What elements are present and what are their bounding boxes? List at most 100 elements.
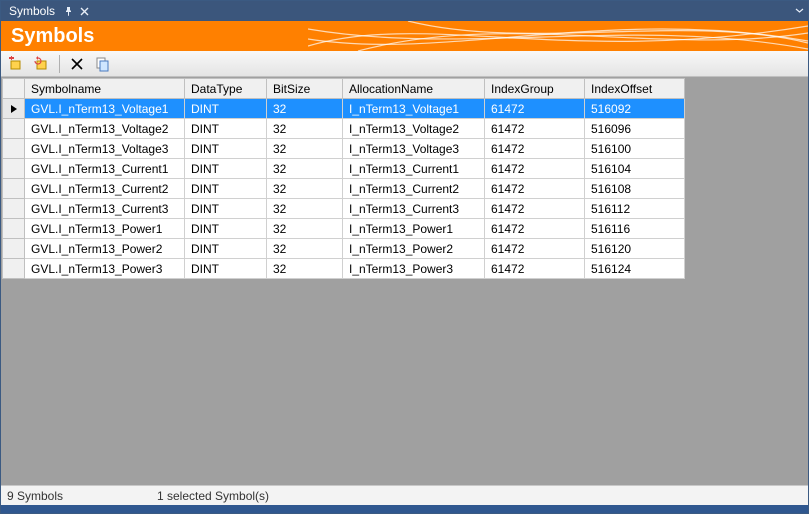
- status-bar: 9 Symbols 1 selected Symbol(s): [1, 485, 808, 505]
- cell-allocationname[interactable]: I_nTerm13_Current2: [343, 179, 485, 199]
- copy-button[interactable]: [92, 53, 114, 75]
- col-indexoffset[interactable]: IndexOffset: [585, 79, 685, 99]
- table-row[interactable]: GVL.I_nTerm13_Current3DINT32I_nTerm13_Cu…: [3, 199, 685, 219]
- header-row: Symbolname DataType BitSize AllocationNa…: [3, 79, 685, 99]
- banner: Symbols: [1, 21, 808, 51]
- cell-indexgroup[interactable]: 61472: [485, 179, 585, 199]
- cell-allocationname[interactable]: I_nTerm13_Current3: [343, 199, 485, 219]
- status-selection: 1 selected Symbol(s): [151, 489, 275, 503]
- cell-indexgroup[interactable]: 61472: [485, 159, 585, 179]
- cell-datatype[interactable]: DINT: [185, 259, 267, 279]
- grid-area[interactable]: Symbolname DataType BitSize AllocationNa…: [1, 77, 808, 485]
- table-row[interactable]: GVL.I_nTerm13_Power1DINT32I_nTerm13_Powe…: [3, 219, 685, 239]
- table-row[interactable]: GVL.I_nTerm13_Voltage1DINT32I_nTerm13_Vo…: [3, 99, 685, 119]
- table-row[interactable]: GVL.I_nTerm13_Current1DINT32I_nTerm13_Cu…: [3, 159, 685, 179]
- panel-title: Symbols: [5, 4, 59, 18]
- cell-allocationname[interactable]: I_nTerm13_Voltage3: [343, 139, 485, 159]
- panel-menu-icon[interactable]: [795, 4, 804, 18]
- cell-datatype[interactable]: DINT: [185, 199, 267, 219]
- col-allocationname[interactable]: AllocationName: [343, 79, 485, 99]
- cell-indexgroup[interactable]: 61472: [485, 259, 585, 279]
- table-row[interactable]: GVL.I_nTerm13_Power3DINT32I_nTerm13_Powe…: [3, 259, 685, 279]
- row-header-corner[interactable]: [3, 79, 25, 99]
- table-row[interactable]: GVL.I_nTerm13_Current2DINT32I_nTerm13_Cu…: [3, 179, 685, 199]
- cell-symbolname[interactable]: GVL.I_nTerm13_Voltage1: [25, 99, 185, 119]
- status-count: 9 Symbols: [1, 489, 151, 503]
- row-header[interactable]: [3, 119, 25, 139]
- cell-symbolname[interactable]: GVL.I_nTerm13_Current2: [25, 179, 185, 199]
- cell-indexgroup[interactable]: 61472: [485, 99, 585, 119]
- cell-indexgroup[interactable]: 61472: [485, 119, 585, 139]
- cell-symbolname[interactable]: GVL.I_nTerm13_Current1: [25, 159, 185, 179]
- row-header[interactable]: [3, 99, 25, 119]
- current-row-indicator-icon: [11, 105, 17, 113]
- add-symbol-button[interactable]: [5, 53, 27, 75]
- toolbar: [1, 51, 808, 77]
- cell-symbolname[interactable]: GVL.I_nTerm13_Voltage2: [25, 119, 185, 139]
- cell-datatype[interactable]: DINT: [185, 119, 267, 139]
- table-row[interactable]: GVL.I_nTerm13_Power2DINT32I_nTerm13_Powe…: [3, 239, 685, 259]
- row-header[interactable]: [3, 219, 25, 239]
- cell-bitsize[interactable]: 32: [267, 99, 343, 119]
- cell-indexoffset[interactable]: 516100: [585, 139, 685, 159]
- cell-symbolname[interactable]: GVL.I_nTerm13_Power3: [25, 259, 185, 279]
- cell-indexoffset[interactable]: 516108: [585, 179, 685, 199]
- cell-indexgroup[interactable]: 61472: [485, 219, 585, 239]
- col-symbolname[interactable]: Symbolname: [25, 79, 185, 99]
- cell-indexgroup[interactable]: 61472: [485, 239, 585, 259]
- bottom-accent-strip: [1, 505, 808, 513]
- cell-bitsize[interactable]: 32: [267, 159, 343, 179]
- row-header[interactable]: [3, 139, 25, 159]
- panel-titlebar[interactable]: Symbols: [1, 1, 808, 21]
- row-header[interactable]: [3, 259, 25, 279]
- cell-datatype[interactable]: DINT: [185, 139, 267, 159]
- cell-indexoffset[interactable]: 516104: [585, 159, 685, 179]
- cell-bitsize[interactable]: 32: [267, 219, 343, 239]
- cell-indexoffset[interactable]: 516120: [585, 239, 685, 259]
- cell-bitsize[interactable]: 32: [267, 179, 343, 199]
- table-row[interactable]: GVL.I_nTerm13_Voltage2DINT32I_nTerm13_Vo…: [3, 119, 685, 139]
- cell-allocationname[interactable]: I_nTerm13_Power1: [343, 219, 485, 239]
- row-header[interactable]: [3, 199, 25, 219]
- refresh-button[interactable]: [31, 53, 53, 75]
- row-header[interactable]: [3, 159, 25, 179]
- cell-indexgroup[interactable]: 61472: [485, 139, 585, 159]
- table-row[interactable]: GVL.I_nTerm13_Voltage3DINT32I_nTerm13_Vo…: [3, 139, 685, 159]
- cell-datatype[interactable]: DINT: [185, 99, 267, 119]
- cell-symbolname[interactable]: GVL.I_nTerm13_Power2: [25, 239, 185, 259]
- cell-allocationname[interactable]: I_nTerm13_Power3: [343, 259, 485, 279]
- col-indexgroup[interactable]: IndexGroup: [485, 79, 585, 99]
- cell-datatype[interactable]: DINT: [185, 219, 267, 239]
- cell-datatype[interactable]: DINT: [185, 159, 267, 179]
- cell-bitsize[interactable]: 32: [267, 259, 343, 279]
- cell-datatype[interactable]: DINT: [185, 239, 267, 259]
- cell-allocationname[interactable]: I_nTerm13_Voltage1: [343, 99, 485, 119]
- cell-indexoffset[interactable]: 516096: [585, 119, 685, 139]
- col-bitsize[interactable]: BitSize: [267, 79, 343, 99]
- cell-bitsize[interactable]: 32: [267, 119, 343, 139]
- close-icon[interactable]: [79, 6, 89, 16]
- cell-symbolname[interactable]: GVL.I_nTerm13_Voltage3: [25, 139, 185, 159]
- cell-allocationname[interactable]: I_nTerm13_Power2: [343, 239, 485, 259]
- toolbar-separator: [59, 55, 60, 73]
- row-header[interactable]: [3, 239, 25, 259]
- pin-icon[interactable]: [63, 6, 73, 16]
- cell-bitsize[interactable]: 32: [267, 199, 343, 219]
- cell-bitsize[interactable]: 32: [267, 239, 343, 259]
- cell-indexoffset[interactable]: 516092: [585, 99, 685, 119]
- symbols-table[interactable]: Symbolname DataType BitSize AllocationNa…: [2, 78, 685, 279]
- cell-indexoffset[interactable]: 516112: [585, 199, 685, 219]
- delete-button[interactable]: [66, 53, 88, 75]
- cell-indexoffset[interactable]: 516116: [585, 219, 685, 239]
- cell-allocationname[interactable]: I_nTerm13_Current1: [343, 159, 485, 179]
- row-header[interactable]: [3, 179, 25, 199]
- cell-symbolname[interactable]: GVL.I_nTerm13_Power1: [25, 219, 185, 239]
- banner-decoration: [308, 21, 808, 51]
- cell-allocationname[interactable]: I_nTerm13_Voltage2: [343, 119, 485, 139]
- cell-indexoffset[interactable]: 516124: [585, 259, 685, 279]
- cell-symbolname[interactable]: GVL.I_nTerm13_Current3: [25, 199, 185, 219]
- cell-datatype[interactable]: DINT: [185, 179, 267, 199]
- cell-indexgroup[interactable]: 61472: [485, 199, 585, 219]
- cell-bitsize[interactable]: 32: [267, 139, 343, 159]
- col-datatype[interactable]: DataType: [185, 79, 267, 99]
